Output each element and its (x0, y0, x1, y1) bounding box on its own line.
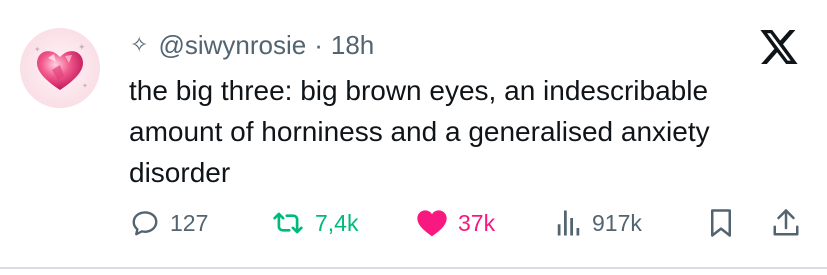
x-logo-icon[interactable] (760, 30, 798, 64)
views-count: 917k (592, 209, 642, 236)
reply-count: 127 (170, 209, 209, 236)
repost-count: 7,4k (315, 209, 359, 236)
repost-button[interactable]: 7,4k (271, 203, 358, 243)
like-count: 37k (458, 209, 496, 236)
action-bar: 127 7,4k 37k 917k (0, 203, 827, 243)
repost-icon (273, 212, 303, 234)
heart-icon (417, 210, 447, 237)
svg-text:✦: ✦ (34, 45, 41, 54)
tweet-text: the big three: big brown eyes, an indesc… (129, 75, 710, 188)
bookmark-icon (711, 209, 731, 237)
reply-button[interactable]: 127 (130, 203, 208, 243)
heart-avatar-icon: ✦ ✦ ✦ (34, 43, 88, 90)
separator: · (314, 29, 323, 60)
avatar[interactable]: ✦ ✦ ✦ (20, 28, 100, 108)
svg-text:✦: ✦ (82, 82, 88, 90)
views-button[interactable]: 917k (556, 203, 642, 243)
card-border (0, 267, 827, 269)
share-button[interactable] (772, 203, 800, 243)
reply-icon (132, 211, 158, 236)
tweet-header: ✧ @siwynrosie · 18h (130, 28, 374, 62)
tweet-card[interactable]: ✦ ✦ ✦ ✧ @siwynrosie · 18h the big three:… (0, 0, 827, 267)
bookmark-button[interactable] (708, 203, 734, 243)
svg-text:✦: ✦ (78, 43, 86, 53)
share-icon (773, 209, 799, 236)
sparkle-icon: ✧ (130, 32, 149, 57)
like-button[interactable]: 37k (416, 203, 495, 243)
author-handle[interactable]: @siwynrosie (158, 30, 306, 61)
timestamp[interactable]: 18h (331, 30, 374, 61)
views-icon (557, 210, 580, 236)
